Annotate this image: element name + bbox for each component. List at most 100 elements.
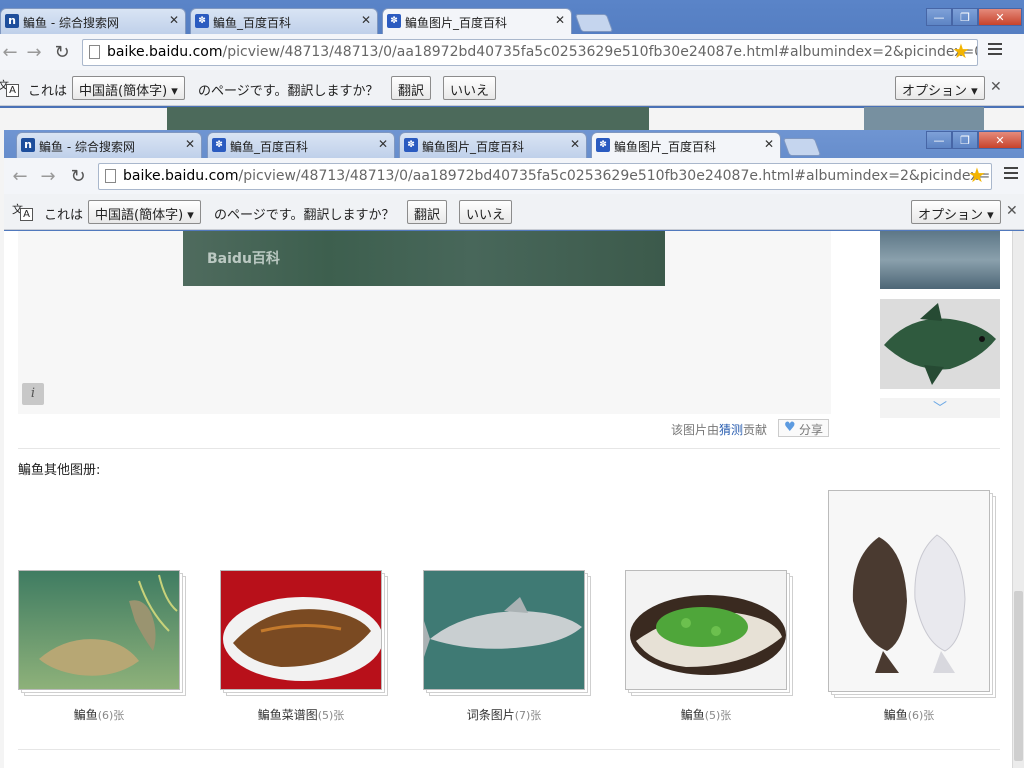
- minimize-icon[interactable]: —: [926, 131, 952, 149]
- front-tab-4[interactable]: ✽ 鳊鱼图片_百度百科 ✕: [591, 132, 781, 158]
- back-tab-1[interactable]: n 鳊鱼 - 综合搜索网 ✕: [0, 8, 186, 34]
- main-fish-image[interactable]: Baidu百科: [183, 231, 665, 286]
- back-arrow-icon[interactable]: ←: [0, 42, 20, 63]
- baidu-paw-icon: ✽: [212, 138, 226, 152]
- album-name: 词条图片: [466, 708, 515, 722]
- front-tab-3[interactable]: ✽ 鳊鱼图片_百度百科 ✕: [399, 132, 587, 158]
- album-item[interactable]: 鳊鱼(5)张: [625, 570, 795, 723]
- close-tab-icon[interactable]: ✕: [378, 137, 388, 151]
- album-name: 鳊鱼: [883, 708, 908, 722]
- heart-icon: ♥: [784, 420, 796, 435]
- url-path: /picview/48713/48713/0/aa18972bd40735fa5…: [238, 168, 992, 184]
- chevron-down-icon[interactable]: ﹀: [880, 398, 1000, 418]
- address-bar[interactable]: baike.baidu.com/picview/48713/48713/0/aa…: [82, 39, 978, 66]
- album-unit: 张: [720, 709, 732, 722]
- close-tab-icon[interactable]: ✕: [764, 137, 774, 151]
- address-bar[interactable]: baike.baidu.com/picview/48713/48713/0/aa…: [98, 163, 992, 190]
- front-browser-window: n 鳊鱼 - 综合搜索网 ✕ ✽ 鳊鱼_百度百科 ✕ ✽ 鳊鱼图片_百度百科 ✕…: [4, 130, 1024, 768]
- album-label: 鳊鱼菜谱图(5)张: [220, 706, 382, 723]
- album-item[interactable]: 鳊鱼(6)张: [18, 570, 188, 722]
- baidu-paw-icon: ✽: [195, 14, 209, 28]
- no-translate-button[interactable]: いいえ: [443, 76, 497, 100]
- back-translate-bar: 文A これは 中国語(簡体字) ▾ のページです。翻訳しますか？ 翻訳 いいえ …: [0, 70, 1024, 106]
- front-tab-1[interactable]: n 鳊鱼 - 综合搜索网 ✕: [16, 132, 202, 158]
- maximize-icon[interactable]: ❐: [952, 131, 978, 149]
- options-button[interactable]: オプション ▾: [911, 200, 1001, 224]
- tab-title: 鳊鱼图片_百度百科: [614, 140, 717, 154]
- window-close-icon[interactable]: ✕: [978, 131, 1022, 149]
- front-tab-strip: n 鳊鱼 - 综合搜索网 ✕ ✽ 鳊鱼_百度百科 ✕ ✽ 鳊鱼图片_百度百科 ✕…: [4, 132, 1024, 158]
- close-tab-icon[interactable]: ✕: [555, 13, 565, 27]
- section-divider: [18, 448, 1000, 449]
- album-name: 鳊鱼菜谱图: [257, 708, 318, 722]
- side-thumbnail-2[interactable]: [880, 299, 1000, 389]
- url-host: baike.baidu.com: [107, 44, 223, 60]
- back-tab-strip: n 鳊鱼 - 综合搜索网 ✕ ✽ 鳊鱼_百度百科 ✕ ✽ 鳊鱼图片_百度百科 ✕: [0, 8, 1024, 34]
- maximize-icon[interactable]: ❐: [952, 8, 978, 26]
- album-count: (7): [514, 709, 531, 722]
- scrollbar-thumb[interactable]: [1014, 591, 1023, 761]
- album-item[interactable]: 鳊鱼(6)张: [828, 490, 998, 722]
- new-tab-button[interactable]: [782, 138, 822, 156]
- baidu-paw-icon: ✽: [404, 138, 418, 152]
- close-translate-icon[interactable]: ✕: [1006, 203, 1018, 219]
- bookmark-star-icon[interactable]: ★: [968, 163, 986, 187]
- back-tab-3[interactable]: ✽ 鳊鱼图片_百度百科 ✕: [382, 8, 572, 34]
- silver-fish-image: [424, 571, 584, 689]
- album-item[interactable]: 词条图片(7)张: [423, 570, 593, 723]
- bookmark-star-icon[interactable]: ★: [952, 39, 970, 63]
- forward-arrow-icon[interactable]: →: [24, 42, 44, 63]
- options-button[interactable]: オプション ▾: [895, 76, 985, 100]
- page-content: Baidu百科 i ﹀ 该图片由猜测贡献 ♥ 分享 鳊鱼其他图册: 鳊鱼(6)张…: [4, 231, 1024, 768]
- tab-title: 鳊鱼图片_百度百科: [405, 16, 508, 30]
- back-toolbar: ← → ↻ baike.baidu.com/picview/48713/4871…: [0, 34, 1024, 70]
- menu-icon[interactable]: [988, 43, 1002, 58]
- close-tab-icon[interactable]: ✕: [185, 137, 195, 151]
- other-albums-title: 鳊鱼其他图册:: [18, 463, 101, 478]
- share-button[interactable]: ♥ 分享: [778, 419, 830, 437]
- tab-title: 鳊鱼_百度百科: [230, 140, 309, 154]
- no-translate-button[interactable]: いいえ: [459, 200, 513, 224]
- close-tab-icon[interactable]: ✕: [570, 137, 580, 151]
- close-tab-icon[interactable]: ✕: [169, 13, 179, 27]
- translate-button[interactable]: 翻訳: [407, 200, 448, 224]
- front-tab-2[interactable]: ✽ 鳊鱼_百度百科 ✕: [207, 132, 395, 158]
- menu-icon[interactable]: [1004, 167, 1018, 182]
- side-thumbnail-1[interactable]: [880, 231, 1000, 289]
- album-unit: 张: [923, 709, 935, 722]
- baidu-watermark: Baidu百科: [207, 251, 280, 267]
- back-tab-2[interactable]: ✽ 鳊鱼_百度百科 ✕: [190, 8, 378, 34]
- reload-icon[interactable]: ↻: [68, 166, 88, 187]
- album-cover: [220, 570, 382, 690]
- vertical-scrollbar[interactable]: [1012, 231, 1024, 768]
- translate-icon: 文A: [0, 77, 20, 97]
- new-tab-button[interactable]: [574, 14, 614, 32]
- language-select[interactable]: 中国語(簡体字) ▾: [88, 200, 201, 224]
- back-window-controls: — ❐ ✕: [926, 8, 1022, 28]
- album-unit: 张: [113, 709, 125, 722]
- credit-prefix: 该图片由: [671, 423, 720, 437]
- language-select[interactable]: 中国語(簡体字) ▾: [72, 76, 185, 100]
- image-credit: 该图片由猜测贡献: [671, 421, 767, 438]
- back-side-thumbnail: [864, 107, 984, 130]
- translate-button[interactable]: 翻訳: [391, 76, 432, 100]
- album-label: 词条图片(7)张: [423, 706, 585, 723]
- translate-icon: 文A: [12, 201, 34, 221]
- back-arrow-icon[interactable]: ←: [10, 166, 30, 187]
- close-translate-icon[interactable]: ✕: [990, 79, 1002, 95]
- album-name: 鳊鱼: [680, 708, 705, 722]
- close-tab-icon[interactable]: ✕: [361, 13, 371, 27]
- window-close-icon[interactable]: ✕: [978, 8, 1022, 26]
- page-icon: [105, 169, 116, 183]
- album-label: 鳊鱼(5)张: [625, 706, 787, 723]
- info-button[interactable]: i: [22, 383, 44, 405]
- album-item[interactable]: 鳊鱼菜谱图(5)张: [220, 570, 390, 723]
- forward-arrow-icon[interactable]: →: [38, 166, 58, 187]
- front-translate-bar: 文A これは 中国語(簡体字) ▾ のページです。翻訳しますか？ 翻訳 いいえ …: [4, 194, 1024, 230]
- minimize-icon[interactable]: —: [926, 8, 952, 26]
- language-value: 中国語(簡体字): [79, 84, 168, 99]
- credit-suffix: 贡献: [743, 423, 768, 437]
- credit-user-link[interactable]: 猜测: [719, 423, 743, 437]
- bottom-divider: [18, 749, 1000, 750]
- reload-icon[interactable]: ↻: [52, 42, 72, 63]
